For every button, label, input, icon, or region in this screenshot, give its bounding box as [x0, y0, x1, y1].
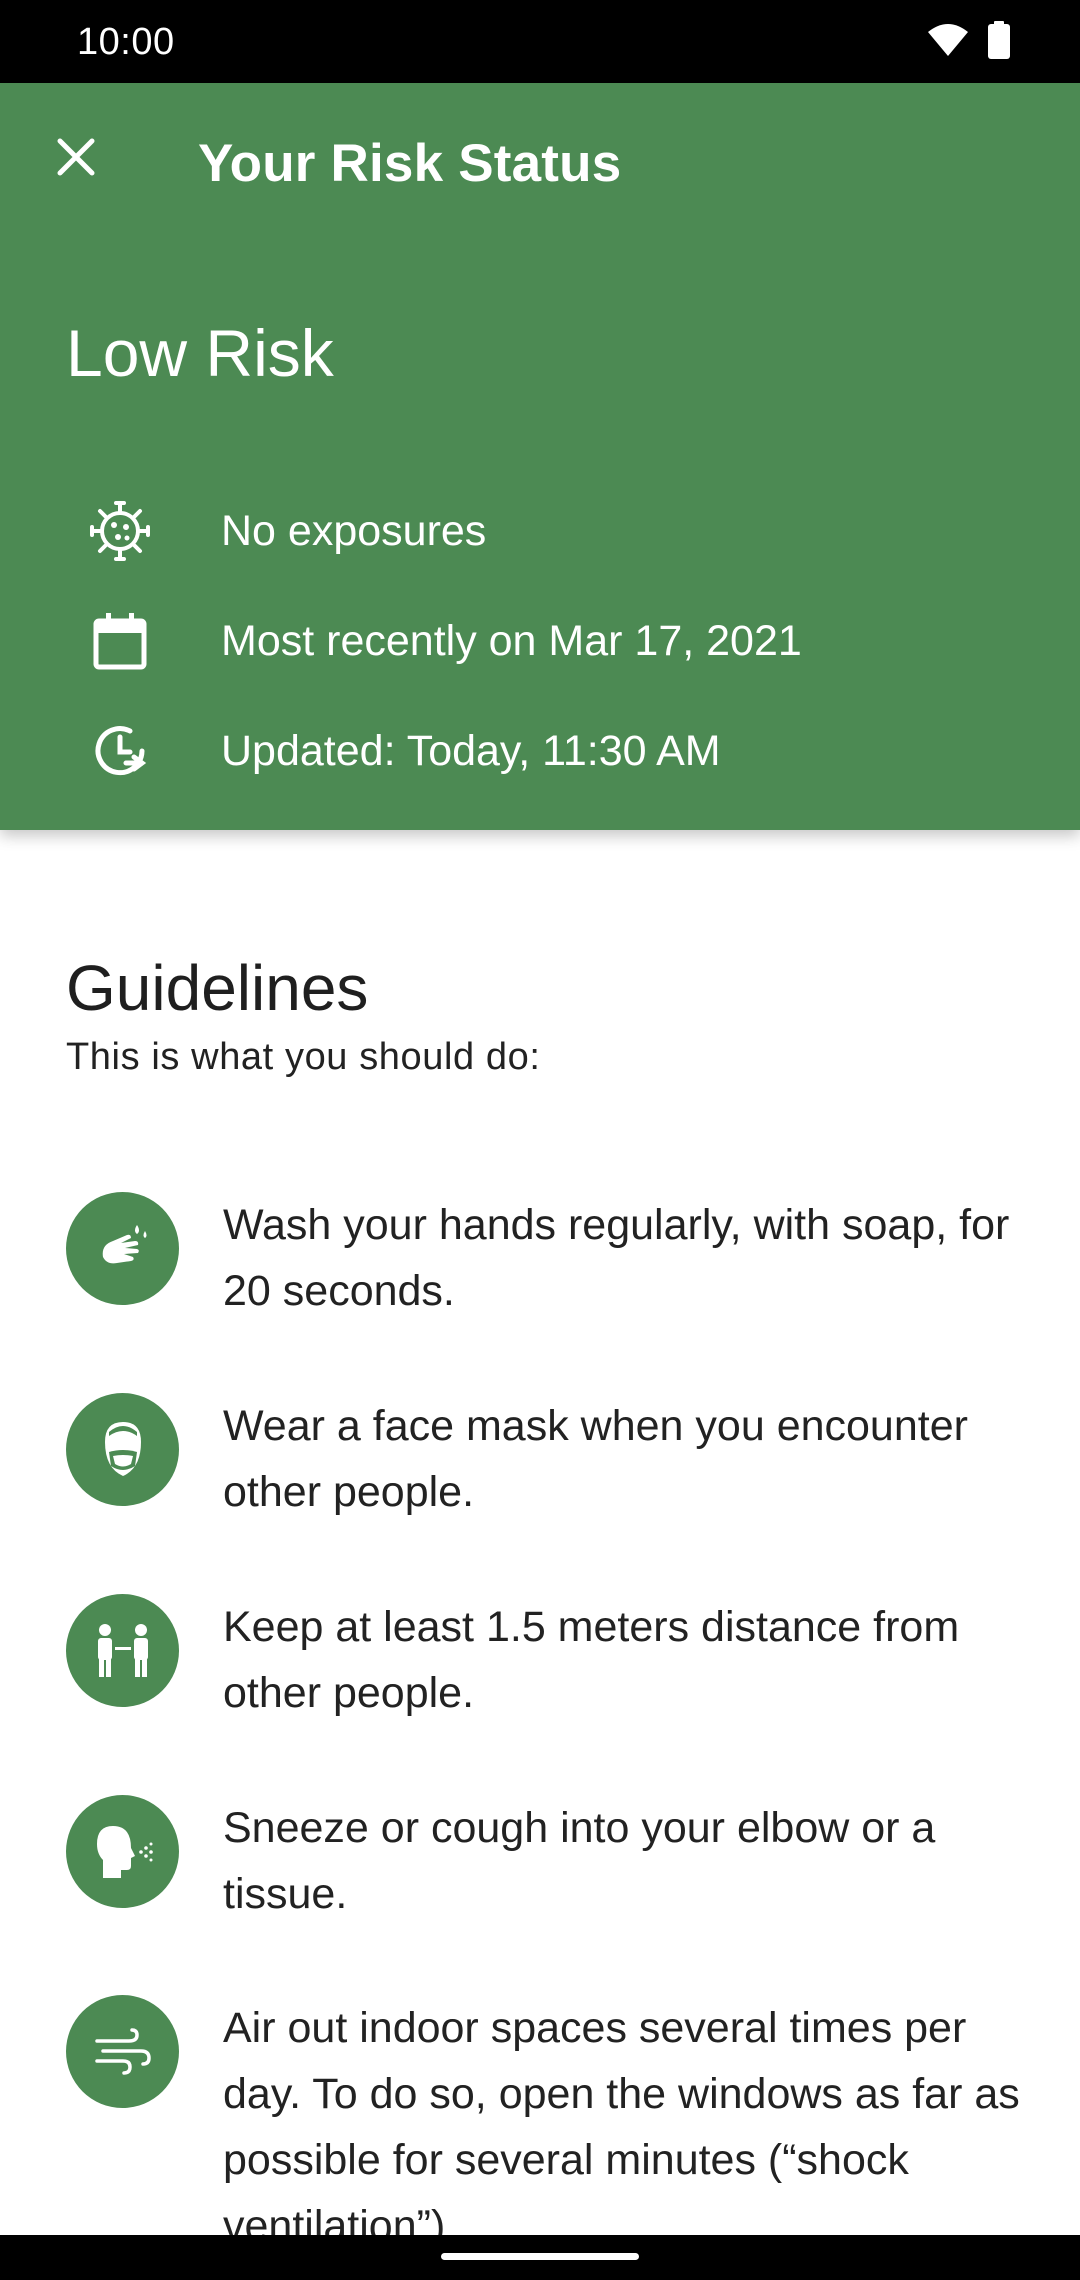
home-gesture-handle[interactable]: [441, 2253, 639, 2260]
close-icon: [56, 137, 96, 182]
wifi-icon: [926, 22, 970, 63]
calendar-icon: [84, 605, 156, 677]
battery-icon: [988, 20, 1010, 64]
info-row-exposures: No exposures: [84, 491, 486, 571]
risk-level: Low Risk: [66, 316, 334, 390]
close-button[interactable]: [44, 127, 108, 191]
info-row-updated: Updated: Today, 11:30 AM: [84, 711, 721, 791]
virus-icon: [84, 495, 156, 567]
page-title: Your Risk Status: [198, 134, 622, 193]
hand-wash-icon: [66, 1192, 179, 1305]
guideline-text: Wear a face mask when you encounter othe…: [223, 1402, 968, 1516]
navigation-bar: [0, 2235, 1080, 2280]
guideline-text: Air out indoor spaces several times per …: [223, 2004, 1020, 2250]
sneeze-icon: [66, 1795, 179, 1908]
guideline-text: Sneeze or cough into your elbow or a tis…: [223, 1804, 936, 1918]
updated-text: Updated: Today, 11:30 AM: [221, 727, 721, 775]
recent-exposure-text: Most recently on Mar 17, 2021: [221, 617, 802, 665]
face-mask-icon: [66, 1393, 179, 1506]
clock-refresh-icon: [84, 715, 156, 787]
guidelines-subtitle: This is what you should do:: [66, 1036, 541, 1078]
guidelines-title: Guidelines: [66, 952, 369, 1024]
status-icons: [926, 20, 1010, 64]
ventilation-icon: [66, 1995, 179, 2108]
guideline-text: Wash your hands regularly, with soap, fo…: [223, 1201, 1010, 1315]
screen: 10:00 Your Risk Status Low Risk No expos…: [0, 0, 1080, 2280]
guideline-text: Keep at least 1.5 meters distance from o…: [223, 1603, 960, 1717]
exposures-text: No exposures: [221, 507, 487, 555]
status-time: 10:00: [77, 21, 175, 63]
status-bar: 10:00: [0, 0, 1080, 83]
risk-status-header: Your Risk Status Low Risk No exposures M…: [0, 83, 1080, 830]
distance-icon: [66, 1594, 179, 1707]
info-row-recent: Most recently on Mar 17, 2021: [84, 601, 802, 681]
